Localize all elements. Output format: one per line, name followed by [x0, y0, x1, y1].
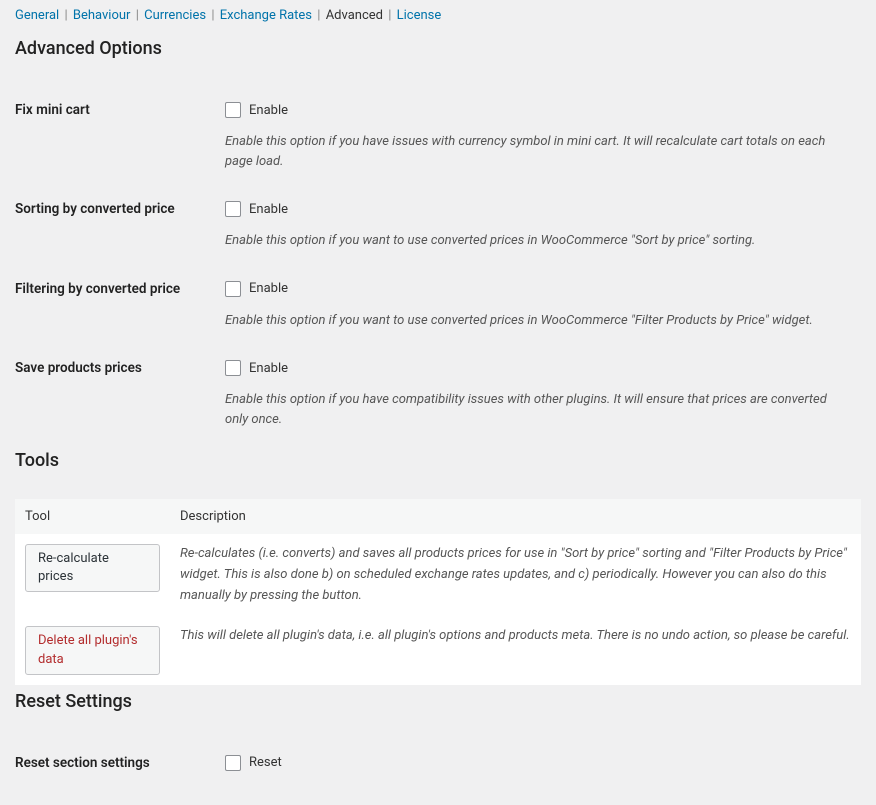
tools-table: Tool Description Re-calculate prices Re-…: [15, 499, 861, 685]
recalculate-prices-button[interactable]: Re-calculate prices: [25, 544, 160, 592]
option-label: Filtering by converted price: [15, 266, 225, 346]
option-description: Enable this option if you want to use co…: [225, 231, 851, 251]
tools-header-desc: Description: [170, 499, 861, 534]
nav-currencies[interactable]: Currencies: [144, 8, 206, 23]
page-title: Advanced Options: [15, 38, 861, 59]
option-description: Enable this option if you want to use co…: [225, 311, 851, 331]
tools-row-desc: Re-calculates (i.e. converts) and saves …: [170, 534, 861, 616]
checkbox-label: Reset: [249, 755, 282, 770]
delete-plugin-data-button[interactable]: Delete all plugin's data: [25, 626, 160, 674]
fix-mini-cart-enable[interactable]: Enable: [225, 102, 288, 118]
sort-converted-enable[interactable]: Enable: [225, 201, 288, 217]
checkbox-label: Enable: [249, 361, 288, 376]
nav-license[interactable]: License: [397, 8, 442, 23]
tools-heading: Tools: [15, 450, 861, 471]
nav-sep: |: [317, 8, 320, 23]
option-description: Enable this option if you have compatibi…: [225, 390, 851, 429]
checkbox-icon[interactable]: [225, 755, 241, 771]
option-label: Fix mini cart: [15, 87, 225, 186]
nav-sep: |: [136, 8, 139, 23]
checkbox-icon[interactable]: [225, 201, 241, 217]
advanced-options-table: Fix mini cart Enable Enable this option …: [15, 87, 861, 444]
tools-header-tool: Tool: [15, 499, 170, 534]
nav-sep: |: [211, 8, 214, 23]
nav-sep: |: [64, 8, 67, 23]
filter-converted-enable[interactable]: Enable: [225, 281, 288, 297]
reset-label: Reset section settings: [15, 740, 225, 790]
checkbox-label: Enable: [249, 103, 288, 118]
checkbox-label: Enable: [249, 202, 288, 217]
nav-behaviour[interactable]: Behaviour: [73, 8, 131, 23]
checkbox-icon[interactable]: [225, 281, 241, 297]
option-label: Save products prices: [15, 345, 225, 444]
option-label: Sorting by converted price: [15, 186, 225, 266]
nav-exchange-rates[interactable]: Exchange Rates: [220, 8, 312, 23]
option-description: Enable this option if you have issues wi…: [225, 132, 851, 171]
checkbox-label: Enable: [249, 281, 288, 296]
checkbox-icon[interactable]: [225, 360, 241, 376]
tools-row-desc: This will delete all plugin's data, i.e.…: [170, 616, 861, 684]
settings-nav: General | Behaviour | Currencies | Excha…: [15, 0, 861, 32]
nav-sep: |: [388, 8, 391, 23]
reset-section-settings[interactable]: Reset: [225, 755, 282, 771]
save-prices-enable[interactable]: Enable: [225, 360, 288, 376]
checkbox-icon[interactable]: [225, 102, 241, 118]
nav-general[interactable]: General: [15, 8, 59, 23]
reset-table: Reset section settings Reset: [15, 740, 861, 790]
reset-heading: Reset Settings: [15, 691, 861, 712]
nav-advanced[interactable]: Advanced: [326, 8, 383, 23]
